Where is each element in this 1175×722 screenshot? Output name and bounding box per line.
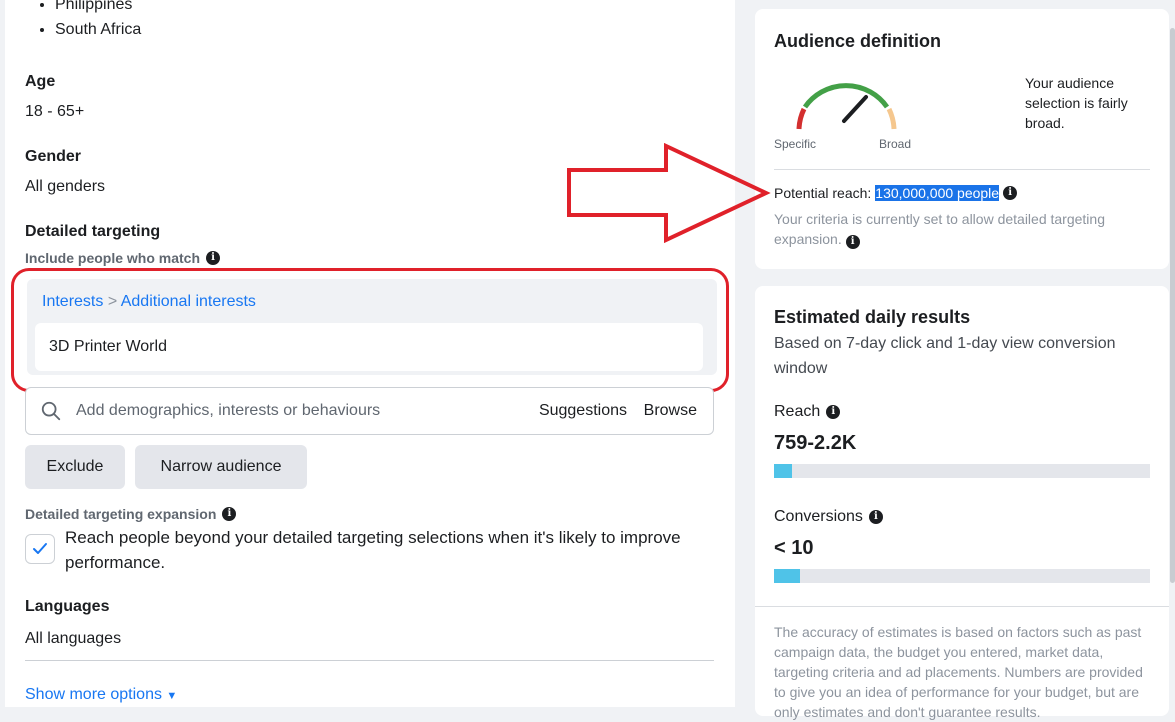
age-title: Age [25,73,56,90]
expansion-text: Reach people beyond your detailed target… [65,528,681,572]
expansion-checkbox[interactable] [25,534,55,564]
exclude-button[interactable]: Exclude [25,445,125,489]
reach-progress-bar [774,464,1150,478]
info-icon[interactable]: i [868,510,883,524]
conversions-metric-value: < 10 [774,537,814,559]
gauge-specific-label: Specific [774,137,817,151]
conversions-metric-label: Conversions i [774,508,883,526]
potential-reach: Potential reach: 130,000,000 people i [774,185,1018,201]
conversions-progress-fill [774,569,800,583]
reach-metric-label: Reach i [774,403,841,421]
gender-value[interactable]: All genders [25,178,105,196]
languages-value[interactable]: All languages [25,630,121,648]
languages-title: Languages [25,598,110,615]
targeting-panel: Philippines South Africa Age 18 - 65+ Ge… [5,0,735,707]
conversions-progress-bar [774,569,1150,583]
potential-reach-value: 130,000,000 people [875,185,1000,201]
detailed-targeting-title: Detailed targeting [25,223,161,240]
divider [774,169,1150,170]
info-icon[interactable]: i [826,405,841,419]
suggestions-button[interactable]: Suggestions [539,402,627,420]
location-list: Philippines South Africa [39,0,141,42]
search-input[interactable] [74,396,518,426]
expansion-label: Detailed targeting expansion i [25,506,237,522]
divider [755,606,1169,607]
divider [25,660,714,661]
audience-definition-card: Audience definition Specific Broad Your … [755,9,1169,269]
gender-title: Gender [25,148,82,165]
reach-progress-fill [774,464,793,478]
estimated-results-card: Estimated daily results Based on 7-day c… [755,286,1169,720]
age-value[interactable]: 18 - 65+ [25,103,84,121]
audience-note: Your audience selection is fairly broad. [1025,75,1128,131]
scrollbar-thumb[interactable] [1170,28,1175,583]
annotation-highlight-box [11,268,729,392]
annotation-arrow-icon [567,143,771,243]
info-icon[interactable]: i [1003,186,1018,200]
include-label: Include people who match i [25,250,221,266]
search-icon [41,401,61,421]
info-icon[interactable]: i [206,251,221,265]
estimates-subtitle: Based on 7-day click and 1-day view conv… [774,335,1116,377]
show-more-options-link[interactable]: Show more options ▼ [25,686,177,704]
potential-reach-label: Potential reach: [774,185,872,201]
reach-metric-value: 759-2.2K [774,432,857,454]
info-icon[interactable]: i [222,507,237,521]
checkmark-icon [33,543,47,554]
location-item: Philippines [55,0,141,17]
audience-title: Audience definition [774,31,942,51]
narrow-audience-button[interactable]: Narrow audience [135,445,307,489]
location-item: South Africa [55,17,141,42]
criteria-note: Your criteria is currently set to allow … [774,211,1105,249]
targeting-search[interactable]: Suggestions Browse [25,387,714,435]
caret-down-icon: ▼ [166,690,178,702]
gauge-broad-label: Broad [879,137,912,151]
estimates-disclaimer: The accuracy of estimates is based on fa… [774,624,1143,720]
browse-button[interactable]: Browse [644,402,697,420]
estimates-title: Estimated daily results [774,307,971,327]
info-icon[interactable]: i [845,235,860,249]
